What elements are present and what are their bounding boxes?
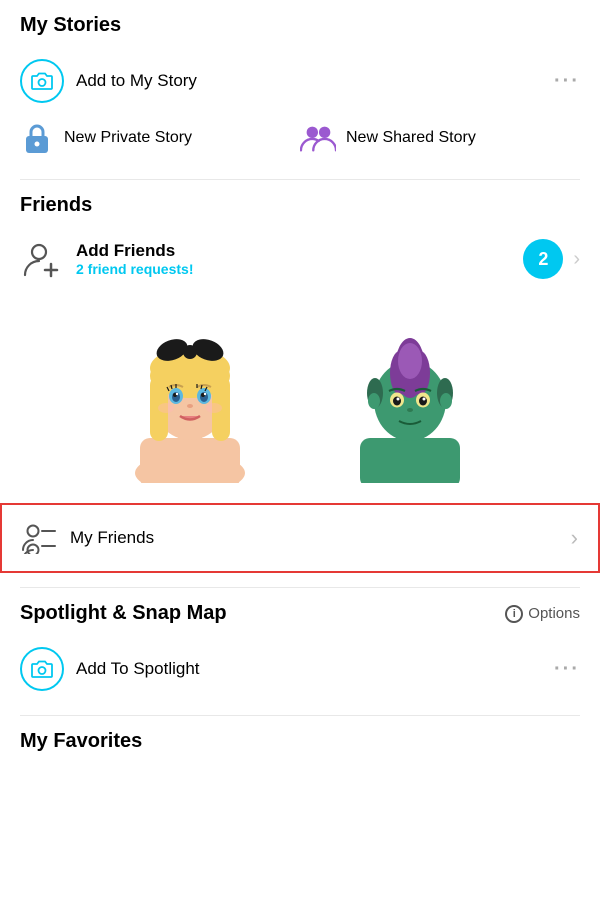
camera-icon [31,72,53,90]
spotlight-header: Spotlight & Snap Map i Options [0,588,600,633]
add-friends-subtitle: 2 friend requests! [76,261,523,277]
new-private-story-label: New Private Story [64,129,192,147]
new-shared-story-label: New Shared Story [346,129,476,147]
info-icon: i [505,605,523,623]
avatar-2 [310,303,510,483]
friends-title: Friends [0,180,600,225]
my-friends-icon [22,521,56,555]
lock-svg [23,122,51,154]
add-person-svg [23,240,61,278]
spotlight-camera-svg [31,660,53,678]
spotlight-section: Spotlight & Snap Map i Options Add To Sp… [0,588,600,715]
options-link[interactable]: i Options [505,605,580,623]
add-to-my-story-row[interactable]: Add to My Story ··· [0,45,600,117]
story-options-row: New Private Story New Shared Story [0,117,600,169]
my-stories-section: My Stories Add to My Story ··· New Priva… [0,0,600,179]
add-friends-icon [20,237,64,281]
my-favorites-title: My Favorites [0,716,600,761]
camera-circle-icon [20,59,64,103]
add-friends-row[interactable]: Add Friends 2 friend requests! 2 › [0,225,600,293]
avatar-1 [90,303,290,483]
avatar-2-svg [345,318,475,483]
avatars-row [0,293,600,499]
my-friends-chevron: › [571,525,578,551]
friend-requests-badge: 2 [523,239,563,279]
options-label: Options [528,605,580,622]
spotlight-camera-icon [20,647,64,691]
my-friends-row[interactable]: My Friends › [0,503,600,573]
add-friends-title: Add Friends [76,241,523,261]
my-stories-title: My Stories [0,0,600,45]
my-favorites-section: My Favorites [0,716,600,761]
new-private-story-option[interactable]: New Private Story [20,121,300,155]
new-shared-story-option[interactable]: New Shared Story [300,121,580,155]
add-friends-chevron: › [573,248,580,271]
spotlight-section-title: Spotlight & Snap Map [20,602,227,625]
people-icon [300,121,336,155]
add-to-spotlight-more[interactable]: ··· [554,658,580,681]
add-to-spotlight-row[interactable]: Add To Spotlight ··· [0,633,600,705]
avatar-1-svg [120,308,260,483]
friends-section: Friends Add Friends 2 friend requests! 2… [0,180,600,587]
people-svg [300,123,336,153]
add-friends-text: Add Friends 2 friend requests! [76,241,523,277]
add-to-my-story-more[interactable]: ··· [554,70,580,93]
add-to-spotlight-label: Add To Spotlight [76,659,554,679]
add-to-my-story-label: Add to My Story [76,71,554,91]
my-friends-label: My Friends [70,528,561,548]
friends-list-svg [22,522,56,554]
lock-icon [20,121,54,155]
